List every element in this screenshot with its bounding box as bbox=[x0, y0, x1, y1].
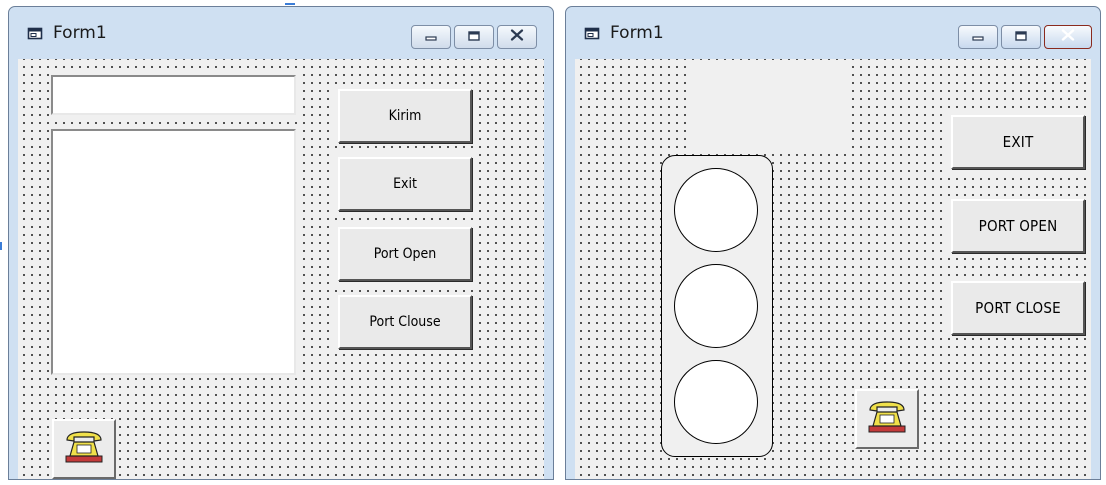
minimize-icon bbox=[425, 28, 437, 46]
form-client-area: EXIT PORT OPEN PORT CLOSE bbox=[575, 59, 1091, 479]
form-app-icon bbox=[27, 27, 44, 46]
port-close-button-label: PORT CLOSE bbox=[975, 299, 1061, 317]
text-input[interactable] bbox=[51, 75, 296, 115]
window-title: Form1 bbox=[53, 23, 107, 43]
traffic-light-body bbox=[661, 155, 773, 457]
port-close-button[interactable]: PORT CLOSE bbox=[951, 281, 1085, 335]
minimize-button[interactable] bbox=[411, 25, 451, 49]
blank-panel bbox=[691, 65, 851, 153]
form-client-area: Kirim Exit Port Open Port Clouse bbox=[18, 59, 544, 479]
telephone-icon bbox=[866, 399, 908, 440]
window-title: Form1 bbox=[610, 23, 664, 43]
close-icon bbox=[510, 28, 524, 46]
maximize-button[interactable] bbox=[454, 25, 494, 49]
traffic-light-lamp bbox=[674, 264, 758, 348]
exit-button-label: EXIT bbox=[1002, 133, 1034, 151]
window-controls bbox=[411, 25, 537, 49]
exit-button[interactable]: EXIT bbox=[951, 115, 1085, 169]
port-open-button-label: PORT OPEN bbox=[978, 217, 1058, 235]
exit-button-label: Exit bbox=[393, 176, 417, 192]
port-open-button-label: Port Open bbox=[373, 246, 437, 262]
comm-control[interactable] bbox=[855, 389, 919, 449]
window-controls bbox=[958, 25, 1092, 49]
comm-control[interactable] bbox=[52, 419, 116, 479]
list-box[interactable] bbox=[51, 129, 296, 375]
form-app-icon bbox=[584, 27, 601, 46]
maximize-icon bbox=[468, 28, 480, 46]
port-open-button[interactable]: PORT OPEN bbox=[951, 199, 1085, 253]
telephone-icon bbox=[63, 429, 105, 470]
title-bar[interactable]: Form1 bbox=[9, 7, 553, 59]
close-icon bbox=[1061, 28, 1075, 46]
minimize-button[interactable] bbox=[958, 25, 998, 49]
traffic-light-lamp bbox=[674, 360, 758, 444]
edge-mark bbox=[0, 242, 2, 250]
form-window-left: Form1 Kirim Exit Port Open Port Clouse bbox=[8, 6, 554, 480]
exit-button[interactable]: Exit bbox=[338, 157, 472, 211]
close-button[interactable] bbox=[497, 25, 537, 49]
minimize-icon bbox=[972, 28, 984, 46]
form-window-right: Form1 EXIT PORT OPEN PORT CLOSE bbox=[565, 6, 1101, 480]
edge-mark bbox=[285, 3, 295, 5]
port-close-button-label: Port Clouse bbox=[369, 314, 441, 330]
traffic-light-lamp bbox=[674, 168, 758, 252]
close-button[interactable] bbox=[1044, 25, 1092, 49]
kirim-button[interactable]: Kirim bbox=[338, 89, 472, 143]
kirim-button-label: Kirim bbox=[388, 108, 422, 124]
maximize-button[interactable] bbox=[1001, 25, 1041, 49]
maximize-icon bbox=[1015, 28, 1027, 46]
title-bar[interactable]: Form1 bbox=[566, 7, 1100, 59]
port-open-button[interactable]: Port Open bbox=[338, 227, 472, 281]
port-close-button[interactable]: Port Clouse bbox=[338, 295, 472, 349]
